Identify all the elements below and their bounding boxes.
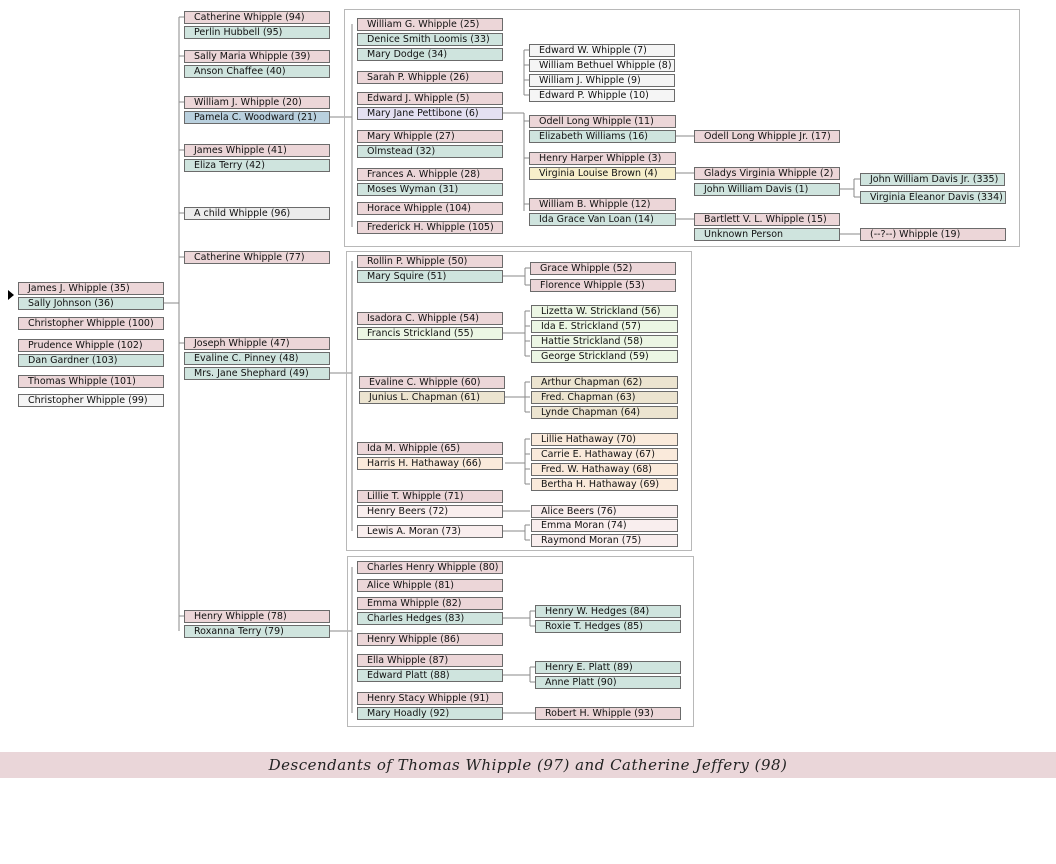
person-box[interactable]: Olmstead (32)	[357, 145, 503, 158]
person-box[interactable]: Florence Whipple (53)	[530, 279, 676, 292]
person-box[interactable]: Fred. Chapman (63)	[531, 391, 678, 404]
person-box[interactable]: Lillie T. Whipple (71)	[357, 490, 503, 503]
person-box-selected[interactable]: Pamela C. Woodward (21)	[184, 111, 330, 124]
person-box[interactable]: Hattie Strickland (58)	[531, 335, 678, 348]
person-box[interactable]: Fred. W. Hathaway (68)	[531, 463, 678, 476]
person-box[interactable]: Sarah P. Whipple (26)	[357, 71, 503, 84]
person-box[interactable]: Henry E. Platt (89)	[535, 661, 681, 674]
person-box[interactable]: Frances A. Whipple (28)	[357, 168, 503, 181]
person-box[interactable]: Harris H. Hathaway (66)	[357, 457, 503, 470]
person-box[interactable]: Henry Stacy Whipple (91)	[357, 692, 503, 705]
person-box[interactable]: Mary Whipple (27)	[357, 130, 503, 143]
person-box[interactable]: Christopher Whipple (100)	[18, 317, 164, 330]
person-box[interactable]: Grace Whipple (52)	[530, 262, 676, 275]
person-box[interactable]: Catherine Whipple (77)	[184, 251, 330, 264]
person-box[interactable]: Rollin P. Whipple (50)	[357, 255, 503, 268]
person-box[interactable]: Elizabeth Williams (16)	[529, 130, 676, 143]
person-box[interactable]: Edward W. Whipple (7)	[529, 44, 675, 57]
person-box[interactable]: Mary Jane Pettibone (6)	[357, 107, 503, 120]
person-box[interactable]: Lillie Hathaway (70)	[531, 433, 678, 446]
person-box[interactable]: Henry Beers (72)	[357, 505, 503, 518]
person-box[interactable]: William J. Whipple (9)	[529, 74, 675, 87]
person-box[interactable]: Raymond Moran (75)	[531, 534, 678, 547]
person-box[interactable]: John William Davis (1)	[694, 183, 840, 196]
person-box[interactable]: John William Davis Jr. (335)	[860, 173, 1005, 186]
person-box[interactable]: William J. Whipple (20)	[184, 96, 330, 109]
person-box[interactable]: Carrie E. Hathaway (67)	[531, 448, 678, 461]
person-box[interactable]: Horace Whipple (104)	[357, 202, 503, 215]
person-box[interactable]: Virginia Louise Brown (4)	[529, 167, 676, 180]
person-box[interactable]: Gladys Virginia Whipple (2)	[694, 167, 840, 180]
person-box[interactable]: Lewis A. Moran (73)	[357, 525, 503, 538]
person-box[interactable]: James Whipple (41)	[184, 144, 330, 157]
chart-title: Descendants of Thomas Whipple (97) and C…	[0, 752, 1056, 778]
person-box[interactable]: Odell Long Whipple (11)	[529, 115, 676, 128]
person-box[interactable]: Francis Strickland (55)	[357, 327, 503, 340]
person-box[interactable]: Ida Grace Van Loan (14)	[529, 213, 676, 226]
person-box[interactable]: George Strickland (59)	[531, 350, 678, 363]
person-box[interactable]: Mary Hoadly (92)	[357, 707, 503, 720]
person-box[interactable]: Isadora C. Whipple (54)	[357, 312, 503, 325]
person-box[interactable]: Bertha H. Hathaway (69)	[531, 478, 678, 491]
person-box[interactable]: Henry Whipple (78)	[184, 610, 330, 623]
person-box[interactable]: Henry Whipple (86)	[357, 633, 503, 646]
person-box[interactable]: William Bethuel Whipple (8)	[529, 59, 675, 72]
person-box[interactable]: Mrs. Jane Shephard (49)	[184, 367, 330, 380]
person-box[interactable]: Arthur Chapman (62)	[531, 376, 678, 389]
person-box[interactable]: Ida E. Strickland (57)	[531, 320, 678, 333]
person-box[interactable]: Emma Whipple (82)	[357, 597, 503, 610]
person-box[interactable]: Mary Dodge (34)	[357, 48, 503, 61]
person-box[interactable]: Prudence Whipple (102)	[18, 339, 164, 352]
person-box[interactable]: Dan Gardner (103)	[18, 354, 164, 367]
person-box[interactable]: Lynde Chapman (64)	[531, 406, 678, 419]
person-box[interactable]: Odell Long Whipple Jr. (17)	[694, 130, 840, 143]
person-box[interactable]: Anson Chaffee (40)	[184, 65, 330, 78]
person-box[interactable]: Junius L. Chapman (61)	[359, 391, 505, 404]
person-box[interactable]: William B. Whipple (12)	[529, 198, 676, 211]
person-box[interactable]: Ida M. Whipple (65)	[357, 442, 503, 455]
selection-pointer-icon	[8, 290, 14, 300]
person-box[interactable]: Virginia Eleanor Davis (334)	[860, 191, 1006, 204]
person-box[interactable]: Roxie T. Hedges (85)	[535, 620, 681, 633]
person-box[interactable]: Thomas Whipple (101)	[18, 375, 164, 388]
person-box[interactable]: Henry Harper Whipple (3)	[529, 152, 676, 165]
person-box[interactable]: Denice Smith Loomis (33)	[357, 33, 503, 46]
person-box[interactable]: Edward P. Whipple (10)	[529, 89, 675, 102]
person-box[interactable]: Evaline C. Whipple (60)	[359, 376, 505, 389]
person-box[interactable]: Mary Squire (51)	[357, 270, 503, 283]
person-box[interactable]: Bartlett V. L. Whipple (15)	[694, 213, 840, 226]
person-box[interactable]: Frederick H. Whipple (105)	[357, 221, 503, 234]
person-box[interactable]: Charles Hedges (83)	[357, 612, 503, 625]
person-box[interactable]: Edward Platt (88)	[357, 669, 503, 682]
person-box[interactable]: A child Whipple (96)	[184, 207, 330, 220]
person-box[interactable]: Eliza Terry (42)	[184, 159, 330, 172]
person-box[interactable]: Catherine Whipple (94)	[184, 11, 330, 24]
person-box[interactable]: William G. Whipple (25)	[357, 18, 503, 31]
person-box[interactable]: James J. Whipple (35)	[18, 282, 164, 295]
person-box[interactable]: Evaline C. Pinney (48)	[184, 352, 330, 365]
person-box[interactable]: Christopher Whipple (99)	[18, 394, 164, 407]
person-box[interactable]: Charles Henry Whipple (80)	[357, 561, 503, 574]
person-box[interactable]: Joseph Whipple (47)	[184, 337, 330, 350]
person-box[interactable]: Alice Whipple (81)	[357, 579, 503, 592]
person-box[interactable]: Sally Johnson (36)	[18, 297, 164, 310]
person-box[interactable]: Lizetta W. Strickland (56)	[531, 305, 678, 318]
person-box[interactable]: Robert H. Whipple (93)	[535, 707, 681, 720]
person-box[interactable]: Roxanna Terry (79)	[184, 625, 330, 638]
person-box[interactable]: Henry W. Hedges (84)	[535, 605, 681, 618]
person-box[interactable]: Moses Wyman (31)	[357, 183, 503, 196]
person-box[interactable]: Unknown Person	[694, 228, 840, 241]
person-box[interactable]: Alice Beers (76)	[531, 505, 678, 518]
person-box[interactable]: Perlin Hubbell (95)	[184, 26, 330, 39]
person-box[interactable]: Emma Moran (74)	[531, 519, 678, 532]
person-box[interactable]: Sally Maria Whipple (39)	[184, 50, 330, 63]
person-box[interactable]: (--?--) Whipple (19)	[860, 228, 1006, 241]
person-box[interactable]: Ella Whipple (87)	[357, 654, 503, 667]
person-box[interactable]: Edward J. Whipple (5)	[357, 92, 503, 105]
person-box[interactable]: Anne Platt (90)	[535, 676, 681, 689]
